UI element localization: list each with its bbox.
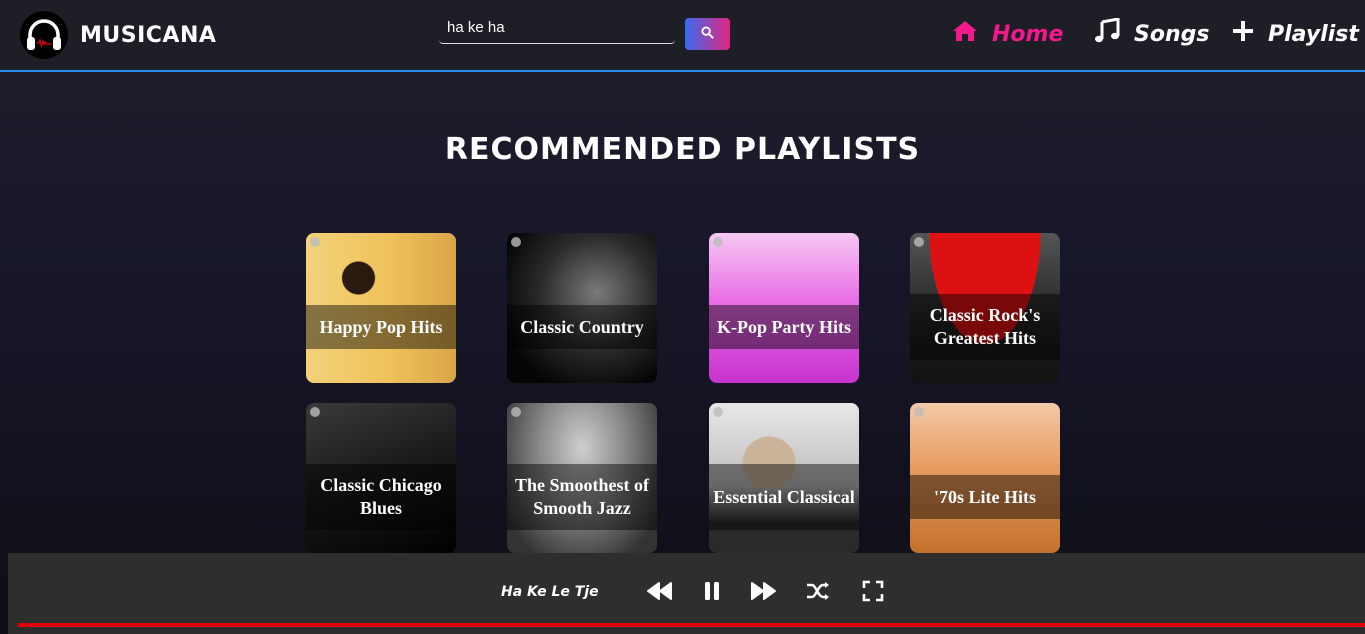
nav-songs-label: Songs	[1134, 21, 1210, 47]
nav-playlist-label: Playlist	[1268, 21, 1359, 47]
playlist-title: K-Pop Party Hits	[709, 305, 859, 349]
music-note-icon	[1094, 17, 1120, 50]
playlist-title: The Smoothest of Smooth Jazz	[507, 464, 657, 530]
navbar: MUSICANA Home Songs	[0, 0, 1365, 72]
section-title: RECOMMENDED PLAYLISTS	[444, 132, 921, 167]
playlist-title: Classic Country	[507, 305, 657, 349]
playlist-card[interactable]: Classic Chicago Blues	[306, 403, 456, 553]
now-playing-title: Ha Ke Le Tje	[501, 584, 599, 600]
playlist-title: Classic Rock's Greatest Hits	[910, 294, 1060, 360]
badge-dot	[511, 407, 521, 417]
nav-playlist[interactable]: Playlist	[1232, 14, 1359, 54]
badge-dot	[713, 407, 723, 417]
playlist-title: '70s Lite Hits	[910, 475, 1060, 519]
logo[interactable]: MUSICANA	[20, 10, 216, 60]
progress-bar[interactable]	[18, 623, 1365, 627]
playlist-card[interactable]: Essential Classical	[709, 403, 859, 553]
badge-dot	[511, 237, 521, 247]
home-icon	[952, 19, 978, 49]
badge-dot	[310, 407, 320, 417]
brand-name: MUSICANA	[80, 22, 217, 48]
badge-dot	[914, 407, 924, 417]
playlist-card[interactable]: '70s Lite Hits	[910, 403, 1060, 553]
fullscreen-button[interactable]	[861, 580, 885, 606]
pause-button[interactable]	[702, 581, 722, 605]
playlist-card[interactable]: Classic Rock's Greatest Hits	[910, 233, 1060, 383]
player-bar: Ha Ke Le Tje	[8, 553, 1365, 634]
playlist-card[interactable]: K-Pop Party Hits	[709, 233, 859, 383]
badge-dot	[310, 237, 320, 247]
badge-dot	[914, 237, 924, 247]
nav-home[interactable]: Home	[952, 14, 1063, 54]
fast-forward-icon	[749, 581, 777, 605]
search-button[interactable]	[685, 18, 730, 50]
fullscreen-icon	[862, 580, 884, 606]
badge-dot	[713, 237, 723, 247]
shuffle-icon	[805, 581, 831, 605]
playlist-card[interactable]: Happy Pop Hits	[306, 233, 456, 383]
nav-home-label: Home	[992, 21, 1064, 47]
playlist-title: Classic Chicago Blues	[306, 464, 456, 530]
playlist-card[interactable]: Classic Country	[507, 233, 657, 383]
rewind-icon	[646, 581, 674, 605]
playlist-card[interactable]: The Smoothest of Smooth Jazz	[507, 403, 657, 553]
search-icon	[701, 26, 714, 42]
plus-icon	[1232, 20, 1254, 48]
headphones-icon	[20, 11, 68, 59]
fast-forward-button[interactable]	[749, 581, 777, 605]
pause-icon	[704, 581, 720, 605]
playlist-title: Happy Pop Hits	[306, 305, 456, 349]
nav-songs[interactable]: Songs	[1094, 14, 1209, 54]
playlist-title: Essential Classical	[709, 464, 859, 530]
rewind-button[interactable]	[646, 581, 674, 605]
shuffle-button[interactable]	[805, 581, 831, 605]
search-input[interactable]	[439, 12, 675, 44]
